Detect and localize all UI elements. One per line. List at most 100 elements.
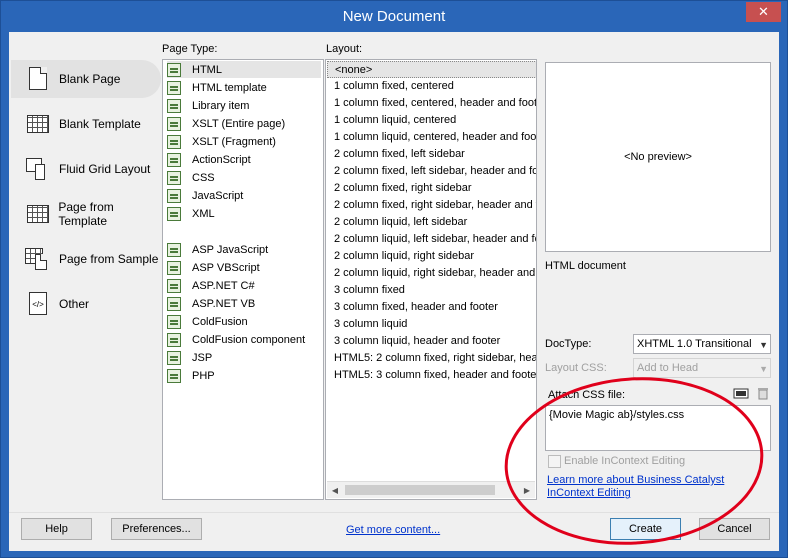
scroll-right-icon[interactable]: ▶ xyxy=(519,482,535,499)
dialog-window: New Document ✕ Blank Page Blank Template… xyxy=(0,0,788,558)
category-label: Fluid Grid Layout xyxy=(59,162,151,176)
layout-item[interactable]: HTML5: 3 column fixed, header and footer xyxy=(327,367,536,384)
page-from-template-icon xyxy=(25,201,50,227)
get-more-content-link[interactable]: Get more content... xyxy=(346,524,440,536)
layout-label: Layout: xyxy=(326,43,363,55)
scrollbar-thumb[interactable] xyxy=(345,485,495,495)
scroll-left-icon[interactable]: ◀ xyxy=(327,482,343,499)
page-type-item[interactable]: PHP xyxy=(167,367,321,384)
file-type-icon xyxy=(167,134,181,149)
file-type-icon xyxy=(167,278,181,293)
layout-item[interactable]: 2 column fixed, left sidebar xyxy=(327,146,536,163)
page-type-item[interactable]: ASP JavaScript xyxy=(167,241,321,258)
layout-item[interactable]: 3 column fixed, header and footer xyxy=(327,299,536,316)
preview-description: HTML document xyxy=(545,260,626,272)
layout-item[interactable]: 3 column liquid, header and footer xyxy=(327,333,536,350)
layout-css-select[interactable]: Add to Head ▼ xyxy=(633,358,771,378)
layout-css-value: Add to Head xyxy=(637,362,699,374)
divider xyxy=(9,512,779,513)
doctype-select[interactable]: XHTML 1.0 Transitional ▼ xyxy=(633,334,771,354)
layout-css-label: Layout CSS: xyxy=(545,362,607,374)
incontext-editing-label: Enable InContext Editing xyxy=(564,455,686,467)
page-type-item[interactable]: XSLT (Entire page) xyxy=(167,115,321,132)
page-type-item-html[interactable]: HTML xyxy=(167,61,321,78)
file-type-icon xyxy=(167,296,181,311)
page-type-item[interactable]: ASP.NET VB xyxy=(167,295,321,312)
layout-item[interactable]: 2 column liquid, left sidebar xyxy=(327,214,536,231)
page-type-item[interactable]: JSP xyxy=(167,349,321,366)
chevron-down-icon: ▼ xyxy=(759,340,768,350)
file-type-icon xyxy=(167,260,181,275)
page-type-item[interactable]: JavaScript xyxy=(167,187,321,204)
file-type-icon xyxy=(167,152,181,167)
page-type-item[interactable]: ASP VBScript xyxy=(167,259,321,276)
layout-item[interactable]: 2 column fixed, right sidebar xyxy=(327,180,536,197)
category-page-from-sample[interactable]: Page from Sample xyxy=(15,240,163,278)
blank-template-icon xyxy=(25,111,51,137)
layout-item[interactable]: 2 column liquid, left sidebar, header an… xyxy=(327,231,536,248)
file-type-icon xyxy=(167,368,181,383)
category-fluid-grid-layout[interactable]: Fluid Grid Layout xyxy=(15,150,163,188)
attach-css-label: Attach CSS file: xyxy=(548,389,626,401)
file-type-icon xyxy=(167,98,181,113)
page-type-list[interactable]: HTML HTML template Library item XSLT (En… xyxy=(162,59,324,500)
file-type-icon xyxy=(167,188,181,203)
file-type-icon xyxy=(167,242,181,257)
category-blank-page[interactable]: Blank Page xyxy=(11,60,161,98)
page-type-item[interactable]: XSLT (Fragment) xyxy=(167,133,321,150)
category-label: Other xyxy=(59,297,90,311)
close-button[interactable]: ✕ xyxy=(746,2,781,22)
create-button[interactable]: Create xyxy=(610,518,681,540)
layout-item-none[interactable]: <none> xyxy=(327,61,536,78)
cancel-button[interactable]: Cancel xyxy=(699,518,770,540)
attach-link-icon[interactable] xyxy=(733,387,749,400)
doctype-label: DocType: xyxy=(545,338,592,350)
learn-more-link-line2[interactable]: InContext Editing xyxy=(547,487,631,499)
layout-item[interactable]: 2 column liquid, right sidebar, header a… xyxy=(327,265,536,282)
dialog-client-area: Blank Page Blank Template Fluid Grid Lay… xyxy=(9,32,779,551)
file-type-icon xyxy=(167,314,181,329)
layout-item[interactable]: 3 column fixed xyxy=(327,282,536,299)
page-type-item[interactable]: XML xyxy=(167,205,321,222)
incontext-editing-checkbox[interactable] xyxy=(548,455,561,468)
layout-item[interactable]: 2 column liquid, right sidebar xyxy=(327,248,536,265)
layout-item[interactable]: 2 column fixed, left sidebar, header and… xyxy=(327,163,536,180)
chevron-down-icon: ▼ xyxy=(759,364,768,374)
other-code-icon: </> xyxy=(25,291,51,317)
category-label: Blank Page xyxy=(59,72,121,86)
file-type-icon xyxy=(167,116,181,131)
layout-item[interactable]: 1 column liquid, centered xyxy=(327,112,536,129)
title-bar[interactable]: New Document xyxy=(1,1,787,32)
preferences-button[interactable]: Preferences... xyxy=(111,518,202,540)
preview-text: <No preview> xyxy=(624,151,692,163)
file-type-icon xyxy=(167,206,181,221)
category-label: Blank Template xyxy=(59,117,141,131)
category-label: Page from Template xyxy=(58,200,114,228)
page-type-item[interactable]: ASP.NET C# xyxy=(167,277,321,294)
layout-item[interactable]: 1 column liquid, centered, header and fo… xyxy=(327,129,536,146)
category-page-from-template[interactable]: Page from Template xyxy=(15,195,163,233)
layout-item[interactable]: 1 column fixed, centered, header and foo… xyxy=(327,95,536,112)
page-type-item[interactable]: ActionScript xyxy=(167,151,321,168)
page-type-item[interactable]: HTML template xyxy=(167,79,321,96)
page-type-item[interactable]: ColdFusion xyxy=(167,313,321,330)
help-button[interactable]: Help xyxy=(21,518,92,540)
layout-item[interactable]: 3 column liquid xyxy=(327,316,536,333)
learn-more-link[interactable]: Learn more about Business Catalyst xyxy=(547,474,724,486)
file-type-icon xyxy=(167,170,181,185)
category-other[interactable]: </> Other xyxy=(15,285,163,323)
attached-css-file[interactable]: {Movie Magic ab}/styles.css xyxy=(549,409,684,421)
preview-pane: <No preview> xyxy=(545,62,771,252)
category-blank-template[interactable]: Blank Template xyxy=(15,105,163,143)
page-type-item[interactable]: ColdFusion component xyxy=(167,331,321,348)
layout-item[interactable]: HTML5: 2 column fixed, right sidebar, he… xyxy=(327,350,536,367)
layout-horizontal-scrollbar[interactable]: ◀ ▶ xyxy=(327,481,535,498)
layout-item[interactable]: 2 column fixed, right sidebar, header an… xyxy=(327,197,536,214)
trash-icon[interactable] xyxy=(755,387,771,400)
attach-css-list[interactable]: {Movie Magic ab}/styles.css xyxy=(545,405,771,451)
page-type-item[interactable]: CSS xyxy=(167,169,321,186)
layout-list[interactable]: <none> 1 column fixed, centered 1 column… xyxy=(325,59,537,500)
page-type-item[interactable]: Library item xyxy=(167,97,321,114)
layout-item[interactable]: 1 column fixed, centered xyxy=(327,78,536,95)
file-type-icon xyxy=(167,332,181,347)
